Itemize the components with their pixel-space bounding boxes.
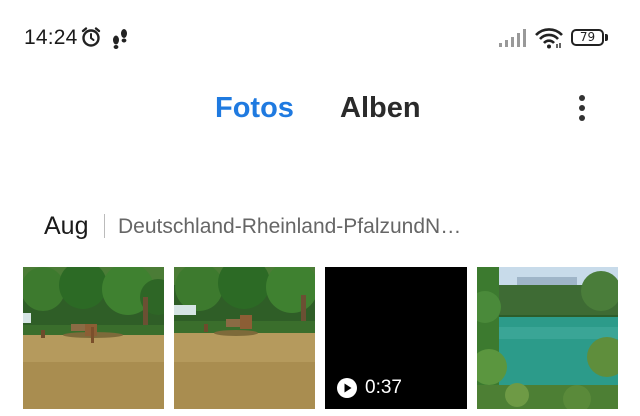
battery-icon: 79 xyxy=(571,29,608,46)
battery-level: 79 xyxy=(571,29,604,46)
steps-icon xyxy=(113,29,127,49)
alarm-icon xyxy=(81,27,101,47)
photo-thumbnail[interactable] xyxy=(23,267,164,409)
signal-icon xyxy=(499,29,526,47)
video-thumbnail[interactable]: 0:37 xyxy=(325,267,467,409)
tab-fotos[interactable]: Fotos xyxy=(215,90,294,126)
photo-thumbnail[interactable] xyxy=(477,267,618,409)
status-time: 14:24 xyxy=(24,26,78,49)
section-divider xyxy=(104,214,105,238)
section-month: Aug xyxy=(44,212,89,240)
photo-thumbnail[interactable] xyxy=(174,267,315,409)
play-icon xyxy=(337,378,357,398)
status-bar: 14:24 79 xyxy=(0,0,640,76)
section-location[interactable]: Deutschland-Rheinland-PfalzundN… xyxy=(118,214,461,240)
more-vert-icon[interactable] xyxy=(568,92,596,124)
wifi-icon xyxy=(535,28,563,49)
video-duration: 0:37 xyxy=(365,377,402,398)
tab-alben[interactable]: Alben xyxy=(340,90,421,126)
